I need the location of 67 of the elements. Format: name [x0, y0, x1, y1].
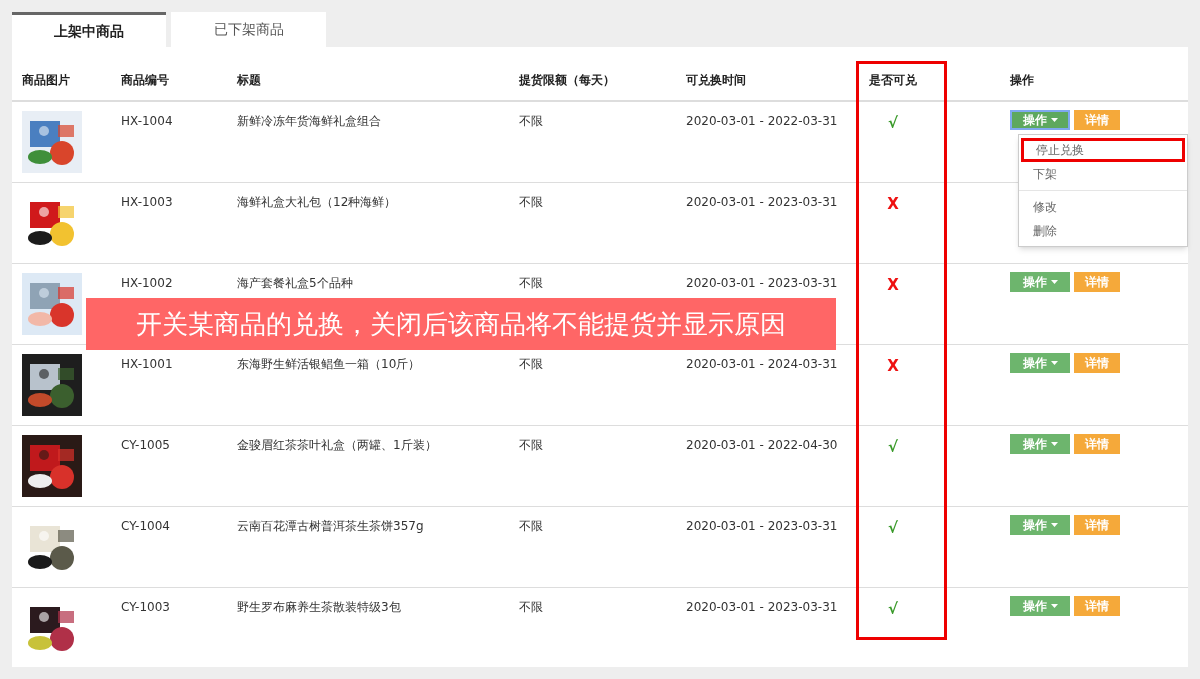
table-cell: 东海野生鲜活银鲳鱼一箱（10斤） — [237, 357, 421, 371]
table-cell: CY-1005 — [121, 438, 170, 452]
action-dropdown-button[interactable]: 操作 — [1010, 353, 1070, 373]
table-cell: 不限 — [519, 519, 543, 533]
menu-item[interactable]: 下架 — [1021, 162, 1185, 186]
tab[interactable]: 上架中商品 — [12, 12, 166, 47]
table-cell: 2020-03-01 - 2022-04-30 — [686, 438, 838, 452]
table-cell: 海产套餐礼盒5个品种 — [237, 276, 353, 290]
menu-item[interactable]: 修改 — [1021, 195, 1185, 219]
detail-button[interactable]: 详情 — [1074, 515, 1120, 535]
action-dropdown-button[interactable]: 操作 — [1010, 515, 1070, 535]
menu-item[interactable]: 停止兑换 — [1021, 138, 1185, 162]
caret-icon — [1050, 118, 1058, 122]
action-dropdown-button[interactable]: 操作 — [1010, 434, 1070, 454]
column-header: 商品图片 — [22, 73, 70, 87]
table-cell: 2020-03-01 - 2023-03-31 — [686, 519, 838, 533]
table-cell: 新鲜冷冻年货海鲜礼盒组合 — [237, 114, 381, 128]
column-header: 提货限额（每天） — [519, 73, 615, 87]
status-mark: X — [887, 357, 899, 375]
column-header: 可兑换时间 — [686, 73, 746, 87]
status-mark: √ — [888, 438, 898, 456]
table-cell: 野生罗布麻养生茶散装特级3包 — [237, 600, 401, 614]
status-mark: X — [887, 276, 899, 294]
status-mark: X — [887, 195, 899, 213]
caret-icon — [1050, 361, 1058, 365]
table-cell: HX-1004 — [121, 114, 173, 128]
table-cell: 云南百花潭古树普洱茶生茶饼357g — [237, 519, 424, 533]
column-header: 是否可兑 — [869, 73, 917, 87]
detail-button[interactable]: 详情 — [1074, 110, 1120, 130]
table-cell: 不限 — [519, 600, 543, 614]
action-dropdown-button[interactable]: 操作 — [1010, 272, 1070, 292]
caret-icon — [1050, 280, 1058, 284]
table-cell: 2020-03-01 - 2022-03-31 — [686, 114, 838, 128]
caret-icon — [1050, 523, 1058, 527]
caret-icon — [1050, 604, 1058, 608]
table-cell: 金骏眉红茶茶叶礼盒（两罐、1斤装） — [237, 438, 437, 452]
detail-button[interactable]: 详情 — [1074, 353, 1120, 373]
table-cell: HX-1001 — [121, 357, 173, 371]
column-header: 商品编号 — [121, 73, 169, 87]
detail-button[interactable]: 详情 — [1074, 272, 1120, 292]
table-cell: 2020-03-01 - 2023-03-31 — [686, 600, 838, 614]
table-cell: 不限 — [519, 357, 543, 371]
table-cell: 不限 — [519, 276, 543, 290]
menu-item[interactable]: 删除 — [1021, 219, 1185, 243]
table-cell: 2020-03-01 - 2023-03-31 — [686, 276, 838, 290]
status-mark: √ — [888, 600, 898, 618]
table-cell: CY-1004 — [121, 519, 170, 533]
caret-icon — [1050, 442, 1058, 446]
table-cell: 2020-03-01 - 2023-03-31 — [686, 195, 838, 209]
table-cell: 海鲜礼盒大礼包（12种海鲜） — [237, 195, 397, 209]
table-cell: CY-1003 — [121, 600, 170, 614]
action-dropdown-button[interactable]: 操作 — [1010, 596, 1070, 616]
table-cell: HX-1002 — [121, 276, 173, 290]
table-cell: HX-1003 — [121, 195, 173, 209]
action-dropdown-button[interactable]: 操作 — [1010, 110, 1070, 130]
detail-button[interactable]: 详情 — [1074, 596, 1120, 616]
annotation-banner: 开关某商品的兑换，关闭后该商品将不能提货并显示原因 — [86, 298, 836, 350]
table-cell: 2020-03-01 - 2024-03-31 — [686, 357, 838, 371]
table-cell: 不限 — [519, 438, 543, 452]
status-mark: √ — [888, 114, 898, 132]
column-header: 操作 — [1010, 73, 1034, 87]
tab[interactable]: 已下架商品 — [171, 12, 326, 47]
column-header: 标题 — [237, 73, 261, 87]
detail-button[interactable]: 详情 — [1074, 434, 1120, 454]
status-mark: √ — [888, 519, 898, 537]
table-cell: 不限 — [519, 195, 543, 209]
table-cell: 不限 — [519, 114, 543, 128]
